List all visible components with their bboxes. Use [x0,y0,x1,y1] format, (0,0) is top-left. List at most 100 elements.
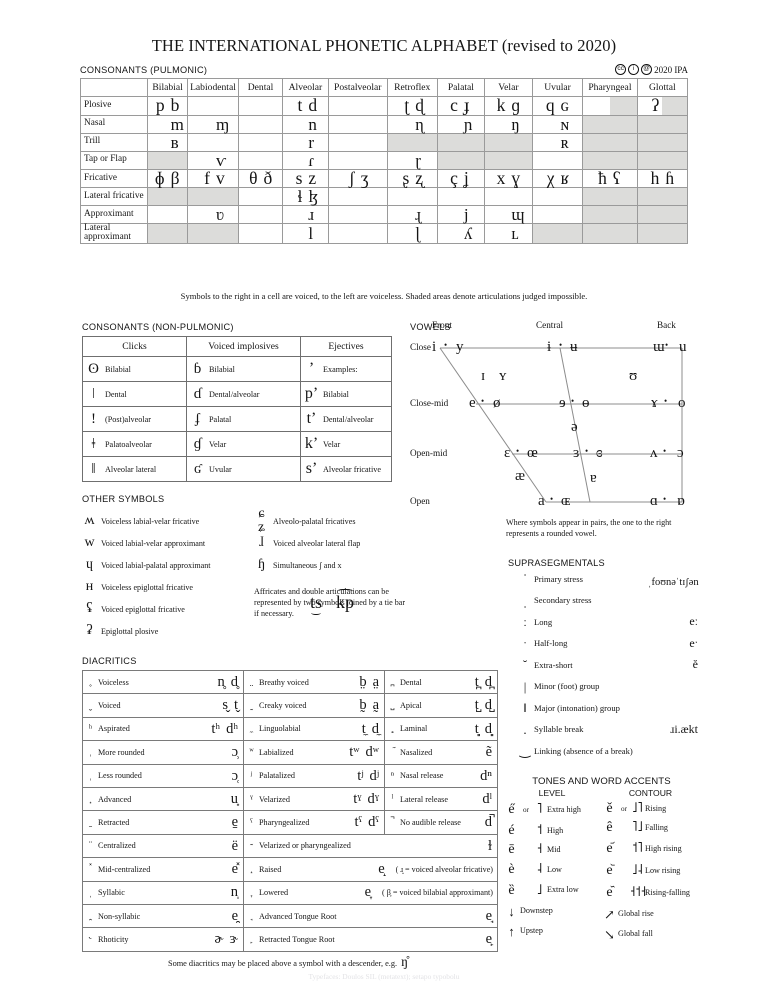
diacritic-entry: ̼Linguolabial t̼ d̼ [244,718,384,740]
diacritic-entry: ̚No audible release d̚ [385,811,497,833]
np-entry: tʼ Dental/alveolar [304,411,389,427]
pulmonic-row-label: Lateral approximant [79,223,149,244]
suprasegmental-example: ɹi.ækt [670,721,698,736]
cell-pair [583,133,637,151]
suprasegmental-row: ˘ Extra-short ĕ [508,654,700,676]
other-symbol-row: ʍ Voiceless labial-velar fricative [82,510,254,532]
cell-pair: ʙ [148,134,187,151]
diacritic-entry: ˡ Lateral release dˡ [385,788,497,810]
cell-voiceless [188,206,213,223]
diacritic-label: Velarized or pharyngealized [259,841,351,851]
cell-pair: çʝ [438,169,484,188]
cell-voiceless: ɸ [154,167,165,188]
diacritic-mark: ̼ [244,724,259,734]
tone-contour-footer-row: ↘ Global fall [601,924,699,944]
cell-voiceless [637,206,663,223]
diacritic-label: Creaky voiced [259,701,307,711]
pulmonic-cell [531,205,584,224]
diacritic-cell: ̻Laminal t̻ d̻ [384,716,498,742]
pulmonic-cell [582,205,638,224]
cell-pair [484,151,532,169]
pulmonic-cell: ɴ [531,114,584,134]
other-symbol-glyph: ʜ [85,579,94,594]
cc-sa-icon: @ [641,64,653,75]
diacritic-examples: t̼ d̼ [356,721,384,737]
diacritic-mark: ʷ [249,746,254,758]
cell-pair [148,188,187,205]
cell-voiceless: θ [249,167,258,188]
pulmonic-cell [186,223,240,244]
cell-voiceless: p [155,95,165,115]
nonpulmonic-header-row: Clicks Voiced implosives Ejectives [82,336,392,357]
diacritic-examples: t̻ d̻ [469,721,497,737]
diacritic-example: tʷ [349,744,360,761]
cell-voiced [212,224,239,243]
diacritic-row: ʰ Aspirated tʰdʰ̼Linguolabial t̼ d̼̻Laminal t… [82,716,498,742]
cell-voiced [609,151,637,169]
cell-pair: ʔ [638,96,687,115]
cell-voiceless: s [295,167,303,188]
suprasegmental-row: ‿ Linking (absence of a break) [508,740,700,762]
diacritic-example: e̞ [364,884,372,901]
cell-pair: ʋ [188,206,238,223]
other-symbols-heading: OTHER SYMBOLS [82,494,165,504]
cell-voiced [261,152,282,169]
cell-pair [239,152,282,169]
vowel-symbol: u [679,339,687,355]
np-symbol: ǁ [91,460,96,477]
pulmonic-cell: n [281,114,329,134]
diacritic-mark: ̩ [83,888,98,898]
diacritic-label: Mid-centralized [98,864,151,874]
diacritic-example: tˤ [354,814,363,831]
vowel-symbol: ɵ [582,395,590,411]
np-entry: ǃ (Post)alveolar [86,411,184,427]
cell-pair [437,151,484,169]
diacritic-mark: ̘ [244,911,259,921]
other-symbol-glyph: ʡ [86,623,93,638]
cell-pair [533,188,582,205]
tones-heading: TONES AND WORD ACCENTS [532,776,671,787]
cell-pair [148,206,187,223]
pulmonic-cell [636,132,689,152]
nonpulmonic-cell: sʼ Alveolar fricative [300,456,392,482]
cell-voiced: ŋ [511,114,520,134]
cell-voiceless [283,152,305,169]
cell-voiced [358,116,387,133]
np-label: Examples: [323,364,358,374]
copyright-text: 2020 IPA [654,64,688,75]
cell-voiceless [532,224,558,243]
pulmonic-cell [327,132,388,152]
cell-voiced: ɹ [308,205,315,224]
diacritic-mark: ̻ [385,724,400,734]
other-symbol-label: Voiced labial-palatal approximant [101,560,211,570]
tones-contour-header: CONTOUR [628,788,673,798]
tone-footer-symbol: ↑ [508,924,515,939]
tone-mark: ˧˦˧ [630,885,647,900]
cell-voiceless [329,206,358,223]
cell-voiceless [329,152,358,169]
other-symbol-label: Voiceless labial-velar fricative [101,516,200,526]
cell-pair [239,116,282,133]
np-label: Palatoalveolar [105,439,152,449]
other-symbol-glyph: ɧ [258,557,265,572]
diacritic-example: e̝ [378,861,385,878]
cell-voiceless [148,134,167,151]
pulmonic-cell: ʎ [436,223,485,244]
diacritic-row: ̹More rounded ɔ̹ ʷ Labialized tʷdʷ̃Nasalized… [82,740,498,765]
cell-voiceless [485,116,509,133]
np-label: Bilabial [209,364,235,374]
tone-footer-label: Upstep [520,926,543,936]
pulmonic-row-label: Tap or Flap [79,150,149,170]
diacritic-examples: n̥ d̥ [212,675,244,690]
cell-pair [148,224,187,243]
cell-voiced: ɡ [511,95,521,115]
diacritic-entry: ̹More rounded ɔ̹ [83,741,243,763]
np-label: Velar [209,439,227,449]
pulmonic-cell [386,187,438,206]
diacritic-example: ɔ̹ [231,744,238,761]
tone-label: Rising [645,803,667,813]
cell-pair [583,188,637,205]
diacritic-label: Syllabic [98,888,125,898]
diacritic-examples: e̘ [480,909,497,924]
diacritic-example: ɫ [487,837,492,854]
